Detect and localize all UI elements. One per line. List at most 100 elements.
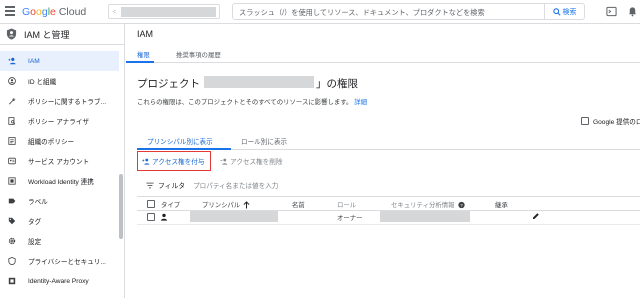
- divider: [137, 196, 640, 197]
- account-circle-icon: [8, 77, 16, 85]
- row-checkbox[interactable]: [147, 213, 155, 221]
- sidebar-item-id-org[interactable]: ID と組織: [0, 71, 119, 91]
- search-icon: [552, 7, 561, 16]
- project-name-redacted: [204, 76, 314, 88]
- sidebar-item-iap[interactable]: Identity-Aware Proxy: [0, 271, 119, 291]
- view-tabs: プリンシパル別に表示 ロール別に表示: [137, 132, 640, 150]
- grant-access-label: アクセス権を付与: [152, 159, 205, 166]
- checkbox-box[interactable]: [581, 117, 589, 125]
- service-account-icon: [8, 157, 16, 165]
- select-all-checkbox[interactable]: [147, 200, 155, 208]
- column-header-role[interactable]: ロール: [337, 200, 356, 209]
- logo-google: Google: [22, 6, 56, 18]
- sidebar-item-settings[interactable]: 設定: [0, 231, 119, 251]
- column-header-name[interactable]: 名前: [292, 200, 305, 209]
- filter-icon: [146, 182, 154, 188]
- search-input[interactable]: スラッシュ（/）を使用してリソース、ドキュメント、プロダクトなどを検索: [239, 8, 485, 18]
- sidebar-scrollbar[interactable]: [119, 174, 123, 239]
- sidebar-item-label: Identity-Aware Proxy: [28, 277, 89, 285]
- column-header-type[interactable]: タイプ: [161, 200, 180, 209]
- sidebar-item-workload-identity[interactable]: Workload Identity 連携: [0, 171, 119, 191]
- principal-redacted: [190, 211, 278, 222]
- column-header-security-insights[interactable]: セキュリティ分析情報 ?: [391, 200, 465, 209]
- logo-cloud: Cloud: [58, 6, 87, 18]
- page-tabs: 権限 推奨事項の履歴: [126, 45, 640, 63]
- tab-permissions[interactable]: 権限: [137, 50, 150, 59]
- edit-icon[interactable]: [532, 212, 540, 220]
- filter-bar[interactable]: フィルタ プロパティ名または値を入力: [146, 180, 278, 190]
- svg-text:?: ?: [460, 202, 463, 208]
- person-icon: [161, 213, 167, 221]
- tab-recommendation-history[interactable]: 推奨事項の履歴: [176, 50, 221, 59]
- sidebar-item-label: ラベル: [28, 199, 48, 206]
- person-remove-icon: [220, 158, 228, 165]
- security-insights-redacted: [380, 211, 470, 222]
- remove-access-label: アクセス権を削除: [230, 159, 283, 166]
- column-header-principal[interactable]: プリンシパル: [202, 200, 250, 209]
- project-dots-icon: ⁖: [112, 9, 117, 16]
- sidebar-item-label: サービス アカウント: [28, 159, 90, 166]
- sidebar-item-label: ID と組織: [28, 79, 57, 86]
- wrench-icon: [8, 97, 16, 105]
- filter-label: フィルタ: [158, 183, 186, 190]
- tab-active-indicator: [126, 61, 154, 63]
- tag-icon: [8, 217, 16, 225]
- permissions-description-text: これらの権限は、このプロジェクトとそのすべてのリソースに影響します。: [137, 99, 353, 106]
- column-role-label: ロール: [337, 202, 357, 209]
- sidebar-item-label: ポリシー アナライザ: [28, 119, 90, 126]
- project-picker[interactable]: ⁖: [108, 4, 220, 19]
- sidebar-item-label: 組織のポリシー: [28, 139, 75, 146]
- grant-access-button[interactable]: アクセス権を付与: [137, 151, 211, 171]
- sidebar-item-policy-analyzer[interactable]: ポリシー アナライザ: [0, 111, 119, 131]
- shield-icon: [8, 257, 16, 265]
- sidebar-item-labels[interactable]: ラベル: [0, 191, 119, 211]
- search-button[interactable]: 検索: [544, 3, 584, 20]
- permissions-description: これらの権限は、このプロジェクトとそのすべてのリソースに影響します。 詳細: [137, 97, 367, 106]
- person-add-icon: [8, 57, 16, 65]
- sidebar-item-label: プライバシーとセキュリ...: [28, 259, 106, 266]
- tab-view-by-principal[interactable]: プリンシパル別に表示: [147, 136, 213, 146]
- help-icon[interactable]: ?: [457, 201, 465, 209]
- google-provided-roles-label: Google 提供のロ: [593, 119, 640, 126]
- sidebar-item-label: タグ: [28, 219, 42, 226]
- arrow-up-icon: [243, 200, 250, 208]
- workload-identity-icon: [8, 177, 16, 185]
- sidebar-item-iam[interactable]: IAM: [0, 51, 119, 71]
- document-search-icon: [8, 117, 16, 125]
- tab-view-by-role[interactable]: ロール別に表示: [241, 136, 287, 146]
- notifications-icon[interactable]: [627, 6, 638, 17]
- sidebar-item-tags[interactable]: タグ: [0, 211, 119, 231]
- terminal-icon[interactable]: [606, 6, 617, 17]
- details-link[interactable]: 詳細: [354, 99, 367, 106]
- row-role: オーナー: [337, 215, 363, 222]
- divider: [137, 224, 640, 225]
- list-document-icon: [8, 137, 16, 145]
- sidebar-item-label: Workload Identity 連携: [28, 179, 94, 186]
- sidebar-item-policy-troubleshooter[interactable]: ポリシーに関するトラブ...: [0, 91, 119, 111]
- google-cloud-logo[interactable]: Google Cloud: [22, 6, 86, 18]
- menu-icon[interactable]: [5, 6, 15, 17]
- person-add-icon: [142, 158, 150, 165]
- column-inheritance-label: 継承: [495, 202, 508, 209]
- subtab-active-indicator: [137, 148, 231, 150]
- sidebar-item-service-accounts[interactable]: サービス アカウント: [0, 151, 119, 171]
- column-type-label: タイプ: [161, 202, 181, 209]
- column-name-label: 名前: [292, 202, 305, 209]
- sidebar-title: IAM と管理: [24, 29, 70, 40]
- search-bar[interactable]: スラッシュ（/）を使用してリソース、ドキュメント、プロダクトなどを検索 検索: [232, 3, 585, 20]
- permissions-title-prefix: プロジェクト「: [137, 78, 211, 90]
- google-provided-roles-checkbox[interactable]: Google 提供のロ: [581, 116, 640, 126]
- top-bar: Google Cloud ⁖ スラッシュ（/）を使用してリソース、ドキュメント、…: [0, 0, 640, 24]
- iap-icon: [8, 277, 16, 285]
- page-title: IAM: [137, 29, 154, 39]
- sidebar-item-privacy-security[interactable]: プライバシーとセキュリ...: [0, 251, 119, 271]
- column-principal-label: プリンシパル: [202, 202, 241, 209]
- sidebar-item-label: 設定: [28, 239, 42, 246]
- main-content: IAM 権限 推奨事項の履歴 プロジェクト「 」の権限 これらの権限は、このプロ…: [126, 24, 640, 298]
- filter-input[interactable]: プロパティ名または値を入力: [193, 180, 278, 190]
- label-icon: [8, 197, 16, 205]
- column-header-inheritance[interactable]: 継承: [495, 200, 508, 209]
- remove-access-button[interactable]: アクセス権を削除: [220, 156, 282, 166]
- sidebar-item-org-policy[interactable]: 組織のポリシー: [0, 131, 119, 151]
- search-button-label: 検索: [562, 8, 577, 16]
